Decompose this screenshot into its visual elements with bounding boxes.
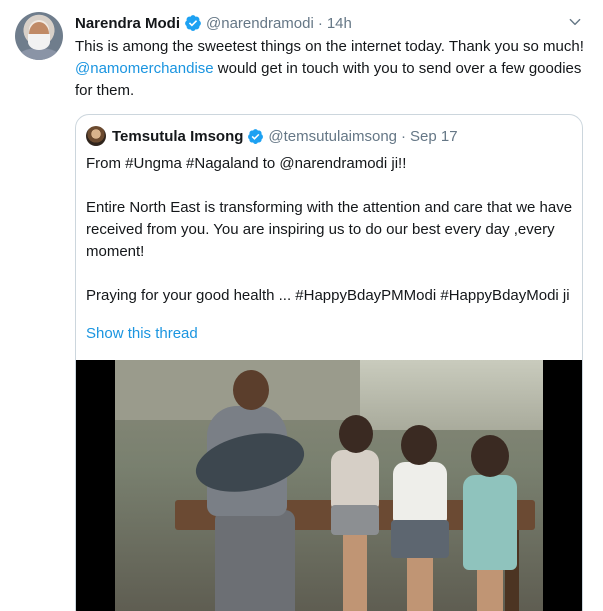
adult-legs-shape — [215, 510, 295, 611]
verified-badge-icon — [185, 15, 201, 31]
child-shirt-shape — [393, 462, 447, 524]
video-frame — [115, 360, 543, 611]
tweet[interactable]: Narendra Modi @narendramodi · 14h This i… — [0, 0, 603, 611]
child-dress-shape — [463, 475, 517, 570]
quoted-author-avatar[interactable] — [86, 126, 106, 146]
child-figure — [385, 420, 455, 611]
quoted-tweet-date[interactable]: Sep 17 — [410, 128, 458, 145]
verified-badge-icon — [248, 128, 264, 144]
child-head-shape — [471, 435, 509, 477]
video-player[interactable] — [76, 360, 582, 611]
quoted-tweet[interactable]: Temsutula Imsong @temsutulaimsong · Sep … — [75, 114, 583, 611]
quoted-tweet-header: Temsutula Imsong @temsutulaimsong · Sep … — [86, 125, 458, 147]
mention-link[interactable]: @namomerchandise — [75, 60, 214, 77]
child-figure — [455, 430, 525, 611]
author-name[interactable]: Narendra Modi — [75, 15, 180, 32]
tweet-text-part1: This is among the sweetest things on the… — [75, 38, 584, 55]
child-legs-shape — [343, 530, 367, 611]
author-handle[interactable]: @narendramodi — [206, 15, 314, 32]
adult-with-guitar-figure — [185, 370, 310, 611]
quoted-author-name[interactable]: Temsutula Imsong — [112, 128, 243, 145]
child-legs-shape — [407, 550, 433, 611]
child-head-shape — [339, 415, 373, 453]
quoted-text-line3: Praying for your good health ... #HappyB… — [86, 287, 570, 304]
separator-dot: · — [401, 127, 407, 145]
tweet-timestamp[interactable]: 14h — [327, 15, 352, 32]
quoted-text-line2: Entire North East is transforming with t… — [86, 199, 573, 260]
author-avatar[interactable] — [15, 12, 63, 60]
child-head-shape — [401, 425, 437, 465]
tweet-header: Narendra Modi @narendramodi · 14h — [75, 12, 352, 34]
adult-head-shape — [233, 370, 269, 410]
child-figure — [325, 410, 385, 611]
quoted-tweet-text: From #Ungma #Nagaland to @narendramodi j… — [86, 153, 574, 307]
child-skirt-shape — [331, 505, 379, 535]
child-skirt-shape — [391, 520, 449, 558]
child-shirt-shape — [331, 450, 379, 510]
chevron-down-icon[interactable] — [568, 15, 582, 29]
quoted-author-handle[interactable]: @temsutulaimsong — [268, 128, 397, 145]
show-thread-link[interactable]: Show this thread — [86, 325, 198, 342]
avatar-beard-shape — [28, 34, 50, 50]
separator-dot: · — [317, 14, 323, 32]
quoted-text-line1: From #Ungma #Nagaland to @narendramodi j… — [86, 155, 407, 172]
tweet-text: This is among the sweetest things on the… — [75, 36, 587, 102]
